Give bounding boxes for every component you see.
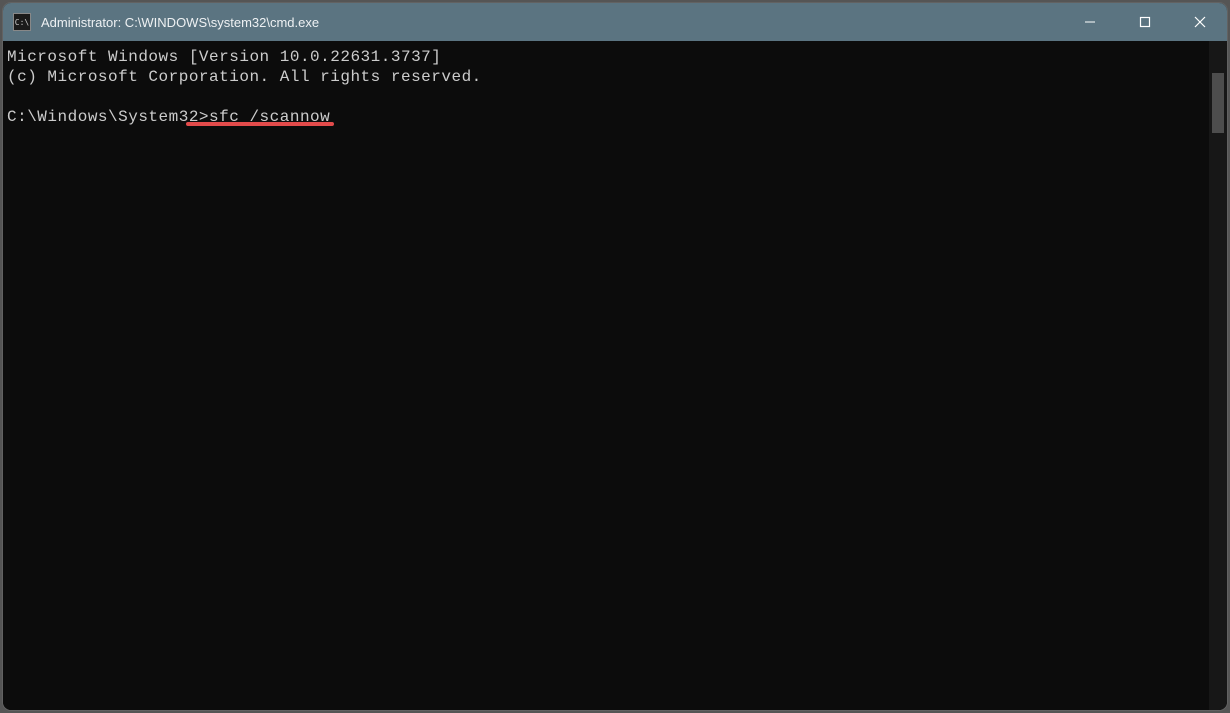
cmd-window: C:\ Administrator: C:\WINDOWS\system32\c… [3,3,1227,710]
terminal-area: Microsoft Windows [Version 10.0.22631.37… [3,41,1227,710]
output-line: (c) Microsoft Corporation. All rights re… [7,68,482,86]
scrollbar-thumb[interactable] [1212,73,1224,133]
titlebar[interactable]: C:\ Administrator: C:\WINDOWS\system32\c… [3,3,1227,41]
minimize-icon [1084,16,1096,28]
maximize-button[interactable] [1117,3,1172,41]
window-controls [1062,3,1227,41]
cmd-icon: C:\ [13,13,31,31]
close-button[interactable] [1172,3,1227,41]
scrollbar[interactable] [1209,41,1227,710]
window-title: Administrator: C:\WINDOWS\system32\cmd.e… [41,15,1062,30]
close-icon [1194,16,1206,28]
terminal-output[interactable]: Microsoft Windows [Version 10.0.22631.37… [3,41,1209,710]
minimize-button[interactable] [1062,3,1117,41]
annotation-underline [186,122,334,126]
output-line: Microsoft Windows [Version 10.0.22631.37… [7,48,441,66]
prompt: C:\Windows\System32> [7,108,209,126]
maximize-icon [1139,16,1151,28]
